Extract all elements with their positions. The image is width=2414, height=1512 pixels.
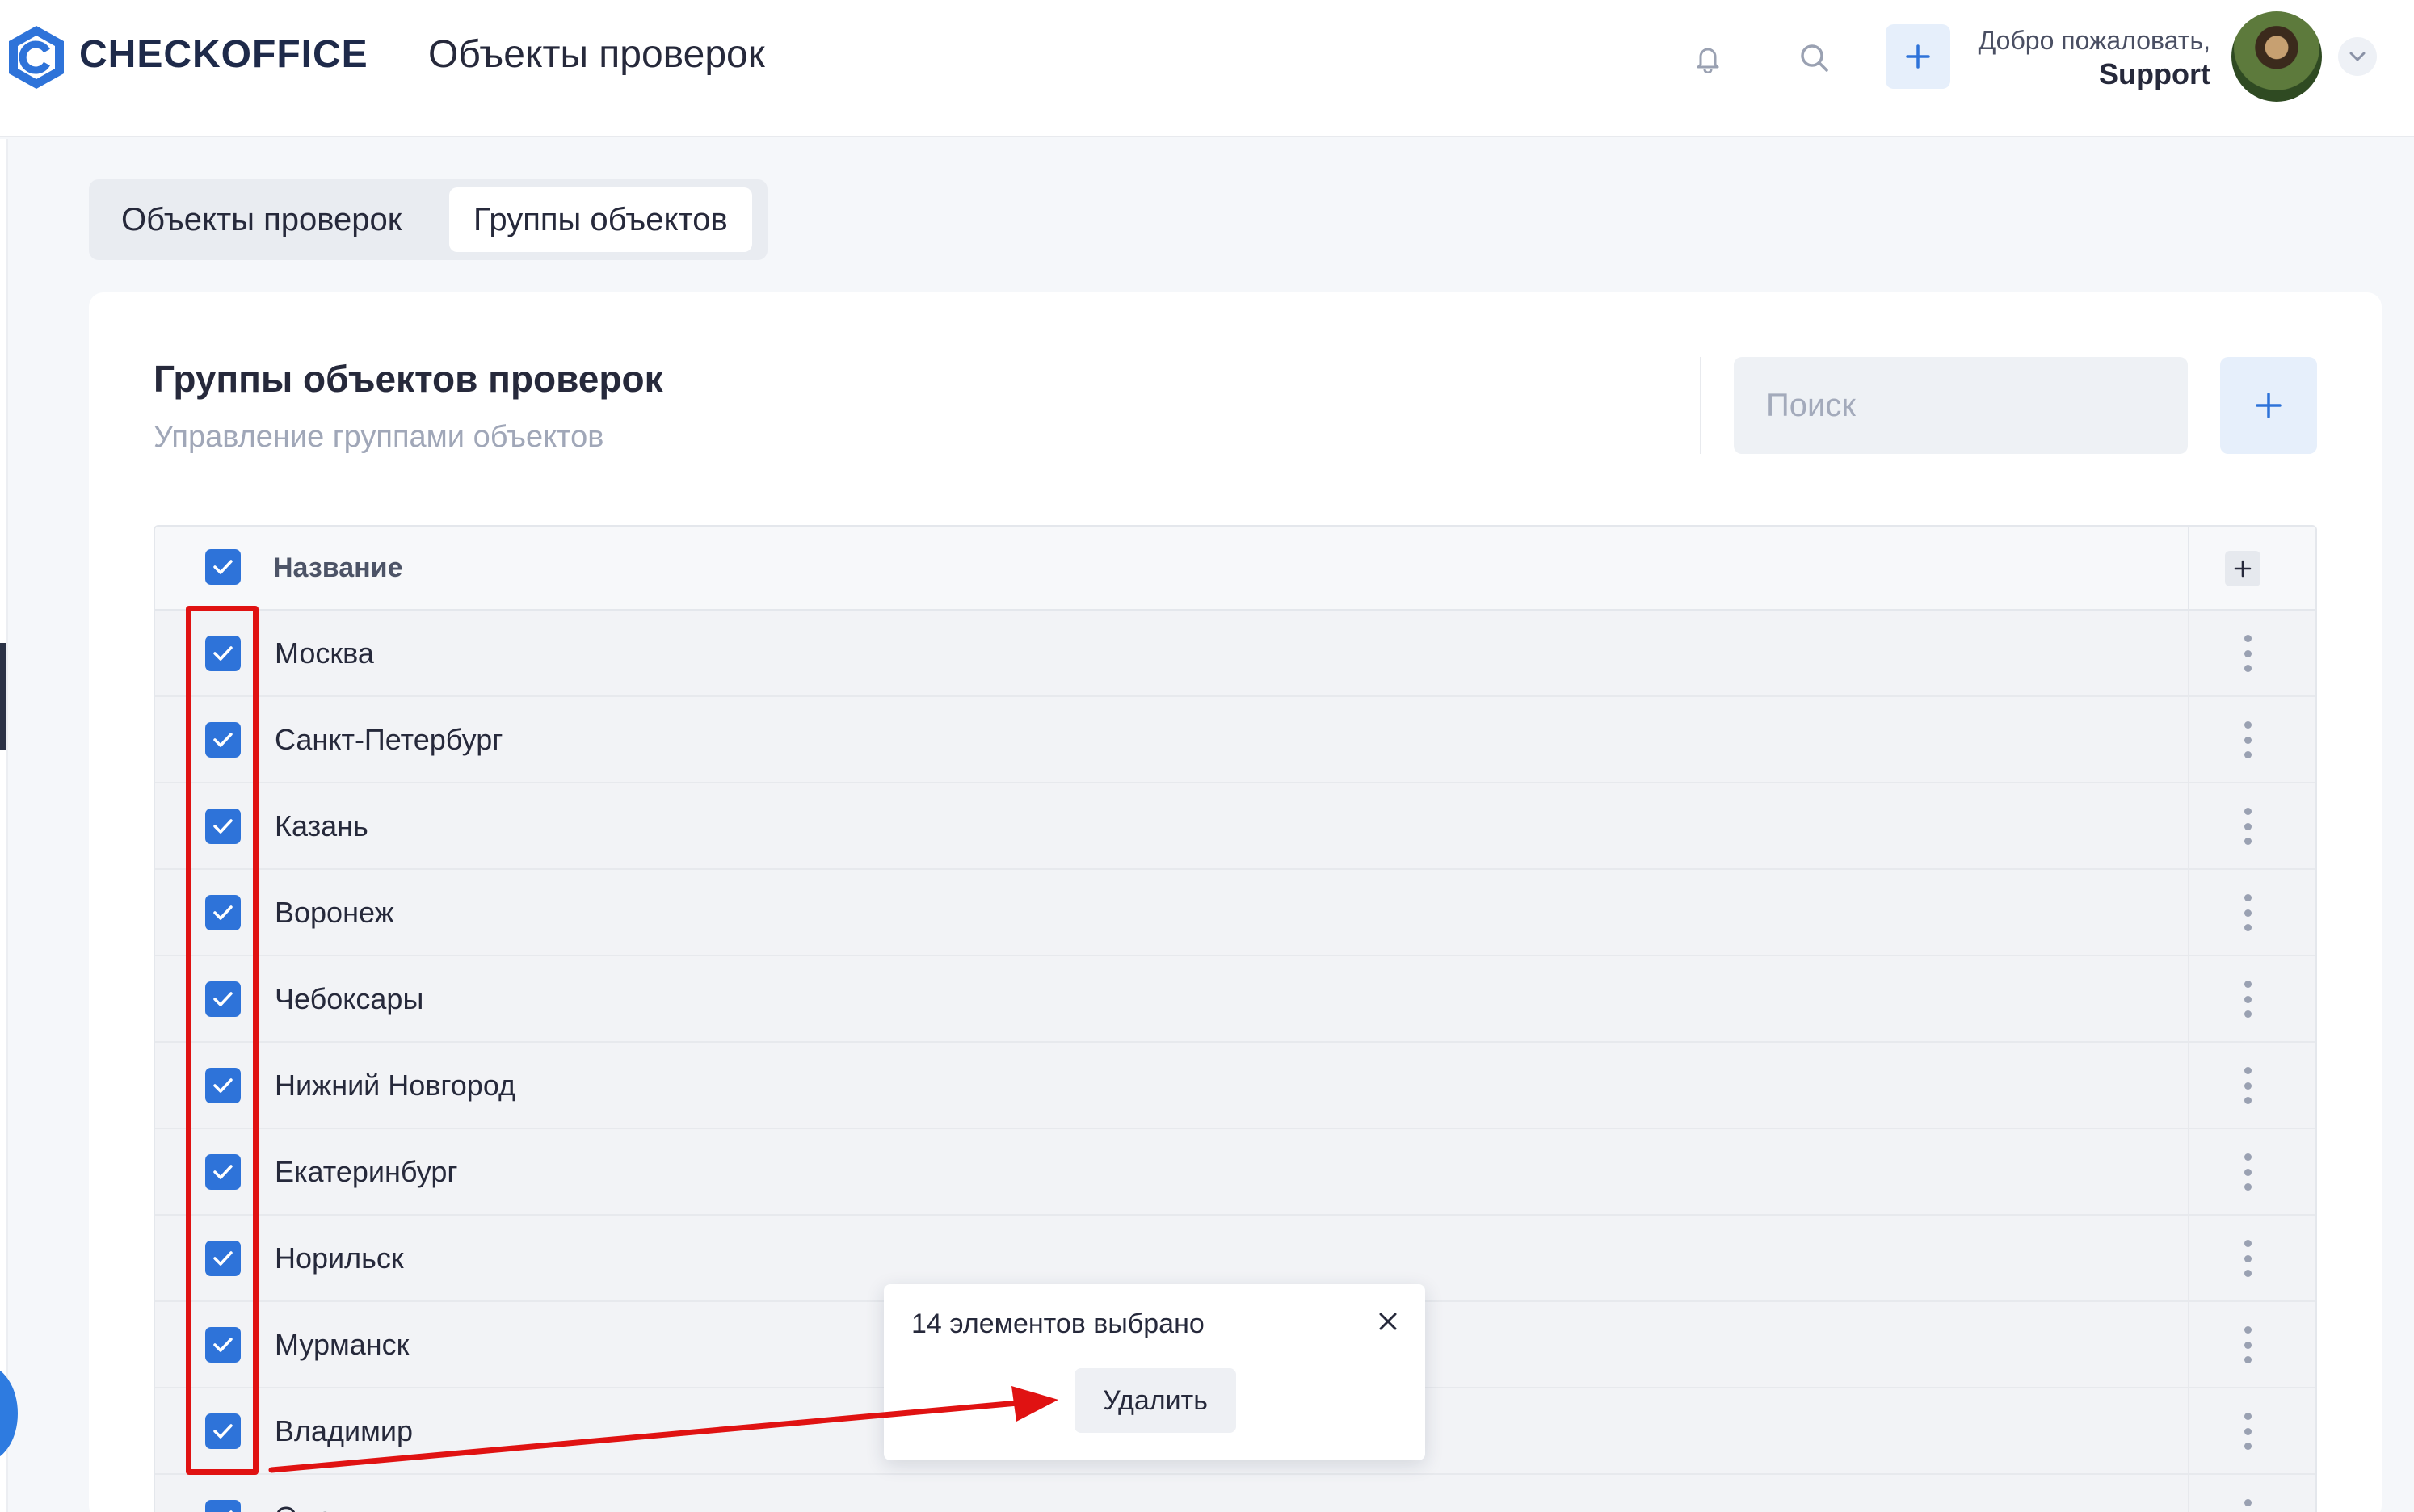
- selection-popup: 14 элементов выбрано Удалить: [884, 1284, 1425, 1460]
- logo-icon[interactable]: [6, 24, 66, 90]
- table-row[interactable]: Нижний Новгород: [155, 1043, 2315, 1129]
- column-divider: [2188, 956, 2189, 1041]
- table-row[interactable]: Москва: [155, 611, 2315, 697]
- avatar[interactable]: [2231, 11, 2322, 102]
- chevron-down-icon[interactable]: [2338, 37, 2377, 76]
- close-icon[interactable]: [1372, 1305, 1404, 1338]
- more-options-icon[interactable]: [2239, 1067, 2256, 1104]
- row-name: Мурманск: [275, 1328, 410, 1361]
- column-divider: [2188, 527, 2189, 609]
- check-icon: [229, 1510, 233, 1512]
- table-row[interactable]: Екатеринбург: [155, 1129, 2315, 1216]
- table-row[interactable]: Казань: [155, 783, 2315, 870]
- table-row[interactable]: Санкт-Петербург: [155, 697, 2315, 783]
- table-row[interactable]: Воронеж: [155, 870, 2315, 956]
- select-all-checkbox[interactable]: [205, 549, 241, 585]
- card-subtitle: Управление группами объектов: [154, 420, 604, 454]
- search-input[interactable]: [1734, 357, 2188, 454]
- column-divider: [2188, 1302, 2189, 1387]
- row-name: Москва: [275, 636, 374, 670]
- add-column-button[interactable]: [2225, 551, 2260, 586]
- column-divider: [2188, 783, 2189, 868]
- column-divider: [2188, 1043, 2189, 1128]
- column-divider: [2188, 1475, 2189, 1512]
- add-group-button[interactable]: [2220, 357, 2317, 454]
- header-add-button[interactable]: [1886, 24, 1950, 89]
- row-name: Норильск: [275, 1241, 404, 1275]
- top-header: CHECKOFFICE Объекты проверок Добро пожал…: [0, 0, 2414, 137]
- annotation-highlight-box: [186, 606, 259, 1475]
- user-name: Support: [2099, 57, 2210, 90]
- header-divider: [1700, 357, 1701, 454]
- row-name: Воронеж: [275, 896, 394, 929]
- row-name: Владимир: [275, 1414, 414, 1447]
- column-header-name[interactable]: Название: [273, 552, 403, 584]
- search-icon[interactable]: [1792, 36, 1837, 81]
- brand-name: CHECKOFFICE: [79, 33, 368, 76]
- card-title: Группы объектов проверок: [154, 358, 663, 400]
- help-fab-button[interactable]: [0, 1365, 18, 1462]
- bell-icon[interactable]: [1685, 36, 1731, 81]
- user-welcome[interactable]: Добро пожаловать, Support: [1979, 24, 2210, 92]
- more-options-icon[interactable]: [2239, 1240, 2256, 1277]
- row-checkbox[interactable]: [205, 1500, 241, 1512]
- plus-icon: [2256, 393, 2282, 418]
- more-options-icon[interactable]: [2239, 1153, 2256, 1191]
- plus-icon: [2234, 560, 2252, 578]
- column-divider: [2188, 611, 2189, 695]
- column-divider: [2188, 870, 2189, 955]
- sidebar-edge: [0, 139, 8, 1512]
- more-options-icon[interactable]: [2239, 1326, 2256, 1363]
- more-options-icon[interactable]: [2239, 1413, 2256, 1450]
- sidebar-active-marker: [0, 643, 6, 750]
- row-name: Чебоксары: [275, 982, 424, 1015]
- more-options-icon[interactable]: [2239, 635, 2256, 672]
- row-name: Екатеринбург: [275, 1155, 458, 1188]
- column-divider: [2188, 1216, 2189, 1300]
- delete-button[interactable]: Удалить: [1075, 1368, 1236, 1433]
- row-name: Санкт-Петербург: [275, 723, 503, 756]
- plus-icon: [1906, 44, 1930, 69]
- check-icon: [213, 560, 233, 574]
- row-name: Казань: [275, 809, 368, 842]
- row-name: Нижний Новгород: [275, 1069, 516, 1102]
- tabs: Объекты проверок Группы объектов: [89, 179, 768, 260]
- table-row[interactable]: Чебоксары: [155, 956, 2315, 1043]
- column-divider: [2188, 1129, 2189, 1214]
- more-options-icon[interactable]: [2239, 808, 2256, 845]
- table-header: Название: [155, 527, 2315, 611]
- tab-objects[interactable]: Объекты проверок: [97, 187, 426, 252]
- welcome-greeting: Добро пожаловать,: [1978, 26, 2210, 55]
- row-name: Омск: [275, 1501, 345, 1512]
- page-title: Объекты проверок: [428, 33, 765, 76]
- more-options-icon[interactable]: [2239, 894, 2256, 931]
- table-row[interactable]: Омск: [155, 1475, 2315, 1512]
- tab-groups[interactable]: Группы объектов: [449, 187, 752, 252]
- selection-count: 14 элементов выбрано: [911, 1308, 1205, 1339]
- more-options-icon[interactable]: [2239, 1499, 2256, 1512]
- more-options-icon[interactable]: [2239, 981, 2256, 1018]
- column-divider: [2188, 697, 2189, 782]
- column-divider: [2188, 1388, 2189, 1473]
- more-options-icon[interactable]: [2239, 721, 2256, 758]
